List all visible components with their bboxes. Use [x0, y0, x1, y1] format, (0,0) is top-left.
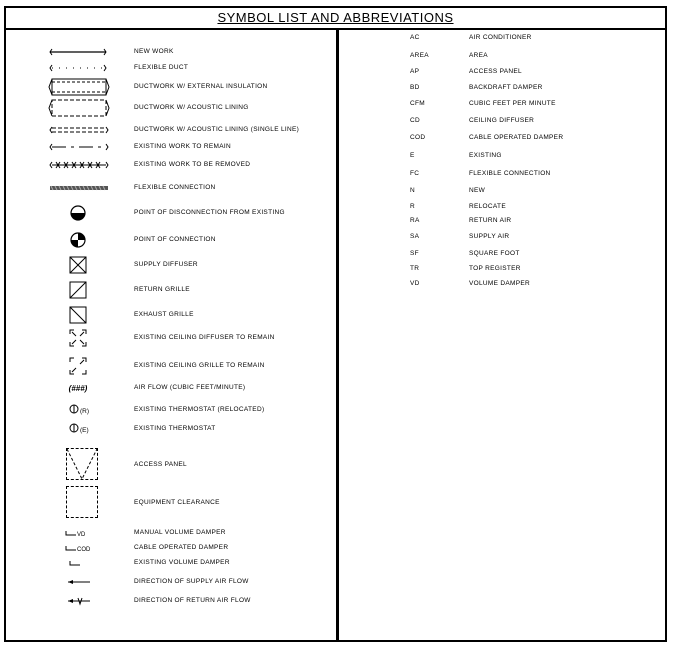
abbreviation-description: EXISTING [469, 152, 502, 159]
symbol-label: EXISTING THERMOSTAT (RELOCATED) [134, 406, 265, 413]
symbol-label: EXISTING CEILING GRILLE TO REMAIN [134, 362, 265, 369]
symbol-label: EXISTING CEILING DIFFUSER TO REMAIN [134, 334, 275, 341]
abbreviation-code: R [410, 203, 415, 210]
symbol-label: EXISTING VOLUME DAMPER [134, 559, 230, 566]
symbol-label: ACCESS PANEL [134, 461, 187, 468]
return-flow-arrow-icon [30, 590, 116, 610]
abbreviation-description: ACCESS PANEL [469, 68, 522, 75]
svg-text:(###): (###) [69, 384, 88, 393]
column-divider [336, 28, 339, 640]
duct-external-insulation-icon [30, 76, 116, 96]
symbol-label: DUCTWORK W/ ACOUSTIC LINING (SINGLE LINE… [134, 126, 300, 133]
access-panel-icon [66, 448, 98, 481]
supply-diffuser-square-icon [30, 254, 116, 274]
abbreviation-description: NEW [469, 187, 486, 194]
existing-grille-icon [30, 355, 116, 375]
symbol-label: FLEXIBLE DUCT [134, 64, 189, 71]
flexible-duct-line-icon [30, 57, 116, 77]
abbreviation-code: AP [410, 68, 420, 75]
abbreviation-code: VD [410, 280, 420, 287]
air-flow-tag-icon: (###) [30, 377, 116, 397]
exhaust-grille-square-icon [30, 304, 116, 324]
abbreviation-code: COD [410, 134, 426, 141]
abbreviation-code: AC [410, 34, 420, 41]
abbreviation-description: AIR CONDITIONER [469, 34, 532, 41]
abbreviation-code: E [410, 152, 415, 159]
disconnection-circle-icon [30, 202, 116, 222]
abbreviation-code: FC [410, 170, 420, 177]
equipment-clearance-icon [66, 486, 98, 518]
abbreviation-description: BACKDRAFT DAMPER [469, 84, 543, 91]
thermostat-relocated-icon: (R) [30, 399, 116, 419]
symbol-label: POINT OF CONNECTION [134, 236, 216, 243]
symbol-label: EQUIPMENT CLEARANCE [134, 499, 220, 506]
abbreviation-code: BD [410, 84, 420, 91]
symbol-label: EXISTING WORK TO BE REMOVED [134, 161, 251, 168]
abbreviation-description: RELOCATE [469, 203, 506, 210]
symbol-label: SUPPLY DIFFUSER [134, 261, 198, 268]
symbol-label: DIRECTION OF SUPPLY AIR FLOW [134, 578, 249, 585]
duct-acoustic-lining-icon [30, 97, 116, 117]
thermostat-existing-icon: (E) [30, 418, 116, 438]
abbreviation-description: CEILING DIFFUSER [469, 117, 535, 124]
abbreviation-description: SUPPLY AIR [469, 233, 510, 240]
abbreviation-description: VOLUME DAMPER [469, 280, 530, 287]
symbol-label: EXISTING WORK TO REMAIN [134, 143, 231, 150]
symbol-label: EXISTING THERMOSTAT [134, 425, 216, 432]
symbol-label: CABLE OPERATED DAMPER [134, 544, 229, 551]
abbreviation-description: FLEXIBLE CONNECTION [469, 170, 551, 177]
existing-volume-damper-icon [30, 552, 116, 572]
abbreviation-description: CUBIC FEET PER MINUTE [469, 100, 556, 107]
abbreviation-code: AREA [410, 52, 429, 59]
removed-work-line-icon [30, 154, 116, 174]
abbreviation-description: CABLE OPERATED DAMPER [469, 134, 564, 141]
symbol-label: DIRECTION OF RETURN AIR FLOW [134, 597, 251, 604]
symbol-label: RETURN GRILLE [134, 286, 190, 293]
connection-circle-icon [30, 229, 116, 249]
return-grille-square-icon [30, 279, 116, 299]
symbol-label: FLEXIBLE CONNECTION [134, 184, 216, 191]
abbreviation-description: SQUARE FOOT [469, 250, 520, 257]
symbol-label: EXHAUST GRILLE [134, 311, 194, 318]
abbreviation-code: CFM [410, 100, 425, 107]
existing-work-line-icon [30, 136, 116, 156]
abbreviation-code: RA [410, 217, 420, 224]
symbol-label: MANUAL VOLUME DAMPER [134, 529, 226, 536]
existing-diffuser-icon [30, 327, 116, 347]
abbreviation-code: TR [410, 265, 420, 272]
symbol-label: POINT OF DISCONNECTION FROM EXISTING [134, 209, 285, 216]
symbol-label: DUCTWORK W/ ACOUSTIC LINING [134, 104, 249, 111]
abbreviation-description: TOP REGISTER [469, 265, 521, 272]
abbreviation-code: N [410, 187, 415, 194]
svg-text:(E): (E) [80, 427, 89, 434]
flexible-connection-icon [30, 177, 116, 197]
abbreviation-code: CD [410, 117, 420, 124]
sheet-title: SYMBOL LIST AND ABBREVIATIONS [6, 8, 665, 30]
symbol-label: DUCTWORK W/ EXTERNAL INSULATION [134, 83, 268, 90]
symbol-label: NEW WORK [134, 48, 174, 55]
abbreviation-code: SA [410, 233, 420, 240]
abbreviation-description: AREA [469, 52, 488, 59]
abbreviation-description: RETURN AIR [469, 217, 512, 224]
svg-text:(R): (R) [80, 408, 89, 415]
symbol-label: AIR FLOW (CUBIC FEET/MINUTE) [134, 384, 246, 391]
supply-flow-arrow-icon [30, 571, 116, 591]
abbreviation-code: SF [410, 250, 419, 257]
